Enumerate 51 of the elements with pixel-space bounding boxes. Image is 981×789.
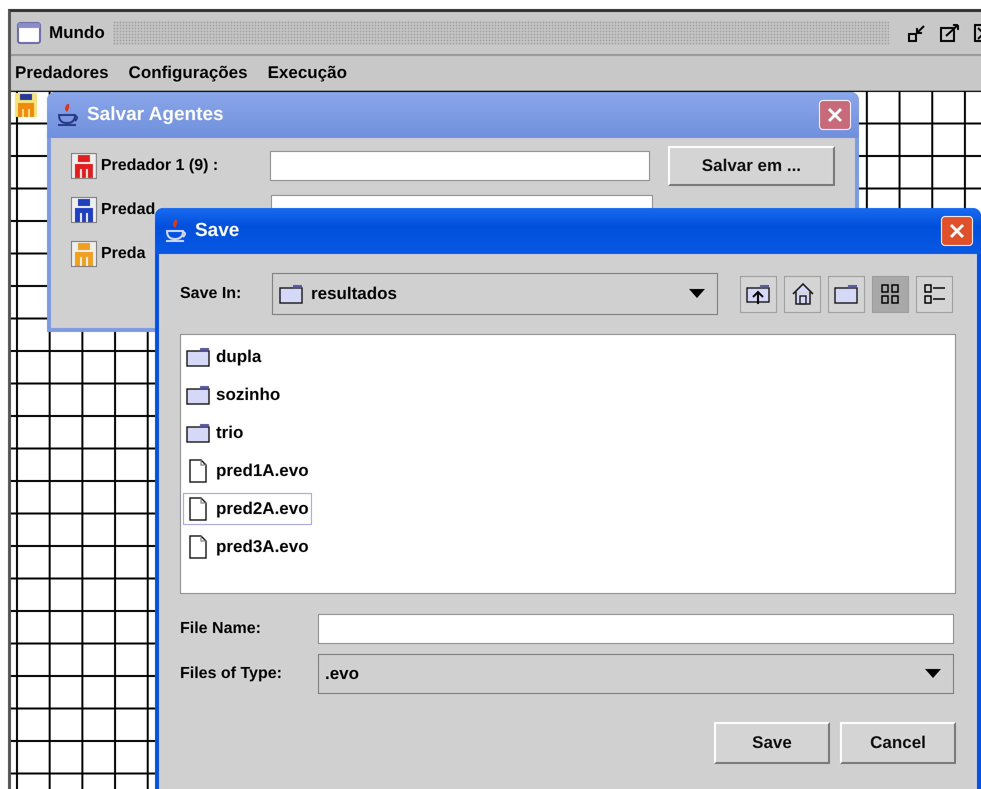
dialog-title: Salvar Agentes	[87, 104, 225, 126]
home-icon	[790, 282, 814, 306]
up-folder-button[interactable]	[740, 276, 777, 312]
window-icon	[17, 22, 41, 44]
folder-icon	[834, 284, 860, 304]
list-view-button[interactable]	[872, 276, 909, 312]
file-name-label: File Name:	[180, 620, 262, 638]
predator-label: Predad	[101, 201, 156, 219]
new-folder-button[interactable]	[828, 276, 865, 312]
minimize-icon[interactable]	[907, 23, 927, 43]
file-type-dropdown[interactable]: .evo	[318, 654, 954, 694]
dropdown-arrow-icon	[689, 289, 705, 299]
close-icon	[948, 222, 966, 240]
window-title: Mundo	[49, 23, 105, 43]
coffee-cup-icon	[163, 218, 189, 244]
close-button[interactable]	[941, 216, 973, 246]
file-item[interactable]: dupla	[183, 341, 264, 373]
grid-view-icon	[880, 283, 902, 305]
dialog-title: Save	[195, 220, 240, 242]
predator-label: Preda	[101, 245, 147, 263]
file-name-field[interactable]	[318, 614, 954, 644]
file-item[interactable]: pred2A.evo	[183, 493, 312, 525]
details-view-icon	[922, 283, 946, 305]
file-item[interactable]: sozinho	[183, 379, 284, 411]
folder-icon	[186, 385, 212, 405]
menu-item[interactable]: Predadores	[15, 63, 109, 83]
menu-item[interactable]: Configurações	[128, 63, 248, 83]
folder-icon	[186, 423, 212, 443]
dropdown-arrow-icon	[925, 669, 941, 679]
path-field[interactable]	[270, 151, 650, 181]
file-type-label: Files of Type:	[180, 665, 283, 683]
folder-icon	[279, 284, 305, 304]
cancel-button[interactable]: Cancel	[840, 722, 956, 764]
save-to-button[interactable]: Salvar em ...	[668, 146, 835, 186]
predator-label: Predador 1 (9) :	[100, 157, 220, 175]
maximize-icon[interactable]	[939, 23, 961, 43]
save-in-label: Save In:	[180, 285, 242, 303]
close-button[interactable]	[819, 100, 851, 130]
coffee-cup-icon	[55, 102, 81, 128]
file-item[interactable]: pred1A.evo	[183, 455, 312, 487]
folder-up-icon	[746, 283, 772, 305]
file-item[interactable]: pred3A.evo	[183, 531, 312, 563]
folder-dropdown[interactable]: resultados	[272, 273, 718, 315]
home-button[interactable]	[784, 276, 821, 312]
agent-icon	[15, 93, 37, 117]
file-item[interactable]: trio	[183, 417, 246, 449]
folder-icon	[186, 347, 212, 367]
save-button[interactable]: Save	[714, 722, 830, 764]
close-icon	[826, 106, 844, 124]
details-view-button[interactable]	[916, 276, 953, 312]
menu-item[interactable]: Execução	[268, 63, 347, 83]
